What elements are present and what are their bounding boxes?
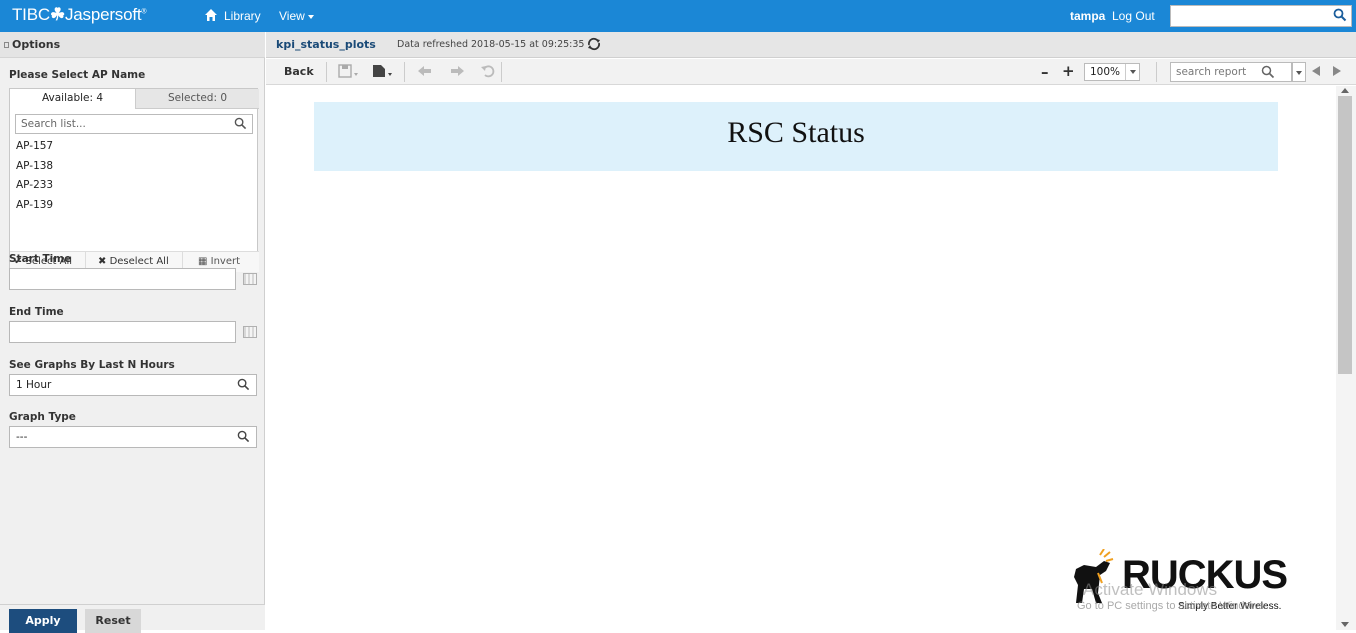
export-icon[interactable]	[372, 63, 394, 81]
hours-select[interactable]: 1 Hour	[9, 374, 257, 396]
save-icon[interactable]	[338, 63, 360, 81]
refresh-status: Data refreshed 2018-05-15 at 09:25:35	[397, 39, 585, 50]
list-item[interactable]: AP-139	[16, 199, 53, 211]
graph-type-label: Graph Type	[9, 411, 76, 423]
graph-type-value: ---	[16, 431, 28, 443]
reset-button[interactable]: Reset	[85, 609, 141, 633]
previous-result-icon[interactable]	[1312, 66, 1320, 76]
report-search-placeholder: search report	[1176, 66, 1247, 78]
search-icon[interactable]	[1261, 65, 1275, 79]
options-actions: Apply Reset	[0, 604, 265, 633]
calendar-icon[interactable]	[243, 326, 257, 338]
invert-label: Invert	[210, 256, 241, 267]
report-title: RSC Status	[727, 116, 865, 149]
list-item[interactable]: AP-233	[16, 179, 53, 191]
scroll-thumb[interactable]	[1338, 96, 1352, 374]
close-icon: ✖	[98, 256, 107, 267]
report-toolbar: Back – + 100% search report	[266, 59, 1356, 85]
logo-brand-text: TIBC	[12, 5, 50, 24]
deselect-all-label: Deselect All	[109, 256, 169, 267]
search-icon	[237, 378, 250, 391]
logout-link[interactable]: Log Out	[1112, 9, 1155, 23]
list-search-input[interactable]: Search list...	[15, 114, 253, 134]
end-time-label: End Time	[9, 306, 64, 318]
tab-selected[interactable]: Selected: 0	[135, 89, 259, 109]
report-header: kpi_status_plots Data refreshed 2018-05-…	[266, 32, 1356, 58]
zoom-select[interactable]: 100%	[1084, 63, 1140, 81]
nav-view-menu[interactable]: View	[279, 9, 314, 23]
next-result-icon[interactable]	[1333, 66, 1341, 76]
list-item[interactable]: AP-157	[16, 140, 53, 152]
collapse-icon[interactable]	[4, 42, 9, 48]
zoom-out-button[interactable]: –	[1041, 63, 1049, 81]
deselect-all-button[interactable]: ✖ Deselect All	[98, 256, 169, 267]
list-item[interactable]: AP-138	[16, 160, 53, 172]
scroll-down-icon[interactable]	[1341, 622, 1349, 627]
activation-watermark-text: Go to PC settings to activate Windows.	[1077, 600, 1268, 612]
undo-icon[interactable]	[416, 63, 434, 79]
top-bar: TIBC☘Jaspersoft® Library View tampa Log …	[0, 0, 1356, 32]
logo-product-text: Jaspersoft	[64, 5, 142, 24]
options-title: Options	[12, 38, 61, 51]
search-icon[interactable]	[1333, 8, 1347, 22]
hours-value: 1 Hour	[16, 379, 52, 391]
search-options-dropdown[interactable]	[1292, 62, 1306, 82]
search-icon	[237, 430, 250, 443]
options-panel: Options Please Select AP Name Available:…	[0, 32, 265, 633]
zoom-value: 100%	[1090, 66, 1121, 78]
scroll-up-icon[interactable]	[1341, 88, 1349, 93]
apply-button[interactable]: Apply	[9, 609, 77, 633]
calendar-icon[interactable]	[243, 273, 257, 285]
report-search-input[interactable]: search report	[1170, 62, 1292, 82]
end-time-input[interactable]	[9, 321, 236, 343]
zoom-in-button[interactable]: +	[1062, 62, 1075, 80]
start-time-input[interactable]	[9, 268, 236, 290]
chevron-down-icon	[1296, 71, 1302, 75]
redo-icon[interactable]	[448, 63, 466, 79]
tab-available[interactable]: Available: 4	[10, 89, 135, 109]
back-button[interactable]: Back	[284, 65, 314, 78]
list-search-placeholder: Search list...	[21, 118, 86, 130]
nav-library[interactable]: Library	[224, 9, 261, 23]
global-search-input[interactable]	[1170, 5, 1352, 27]
nav-view-label: View	[279, 9, 305, 23]
start-time-label: Start Time	[9, 253, 72, 265]
graph-type-select[interactable]: ---	[9, 426, 257, 448]
chevron-down-icon	[1125, 64, 1139, 80]
search-icon	[234, 117, 247, 130]
refresh-icon[interactable]	[586, 37, 602, 51]
activation-watermark-title: Activate Windows	[1083, 580, 1218, 599]
chevron-down-icon	[307, 14, 314, 19]
user-name[interactable]: tampa	[1070, 9, 1105, 23]
logo-swirl-icon: ☘	[49, 5, 65, 24]
report-name: kpi_status_plots	[276, 38, 376, 51]
report-title-banner: RSC Status	[314, 102, 1278, 171]
jaspersoft-logo[interactable]: TIBC☘Jaspersoft®	[12, 5, 147, 25]
ap-name-label: Please Select AP Name	[9, 69, 146, 81]
invert-button[interactable]: ▦ Invert	[198, 256, 240, 267]
ap-multiselect: Available: 4 Selected: 0 Search list... …	[9, 88, 259, 273]
undo-all-icon[interactable]	[480, 63, 498, 79]
hours-label: See Graphs By Last N Hours	[9, 359, 175, 371]
options-header[interactable]: Options	[0, 32, 265, 58]
home-icon[interactable]	[204, 8, 218, 22]
vertical-scrollbar[interactable]	[1336, 86, 1356, 630]
invert-icon: ▦	[198, 256, 208, 267]
